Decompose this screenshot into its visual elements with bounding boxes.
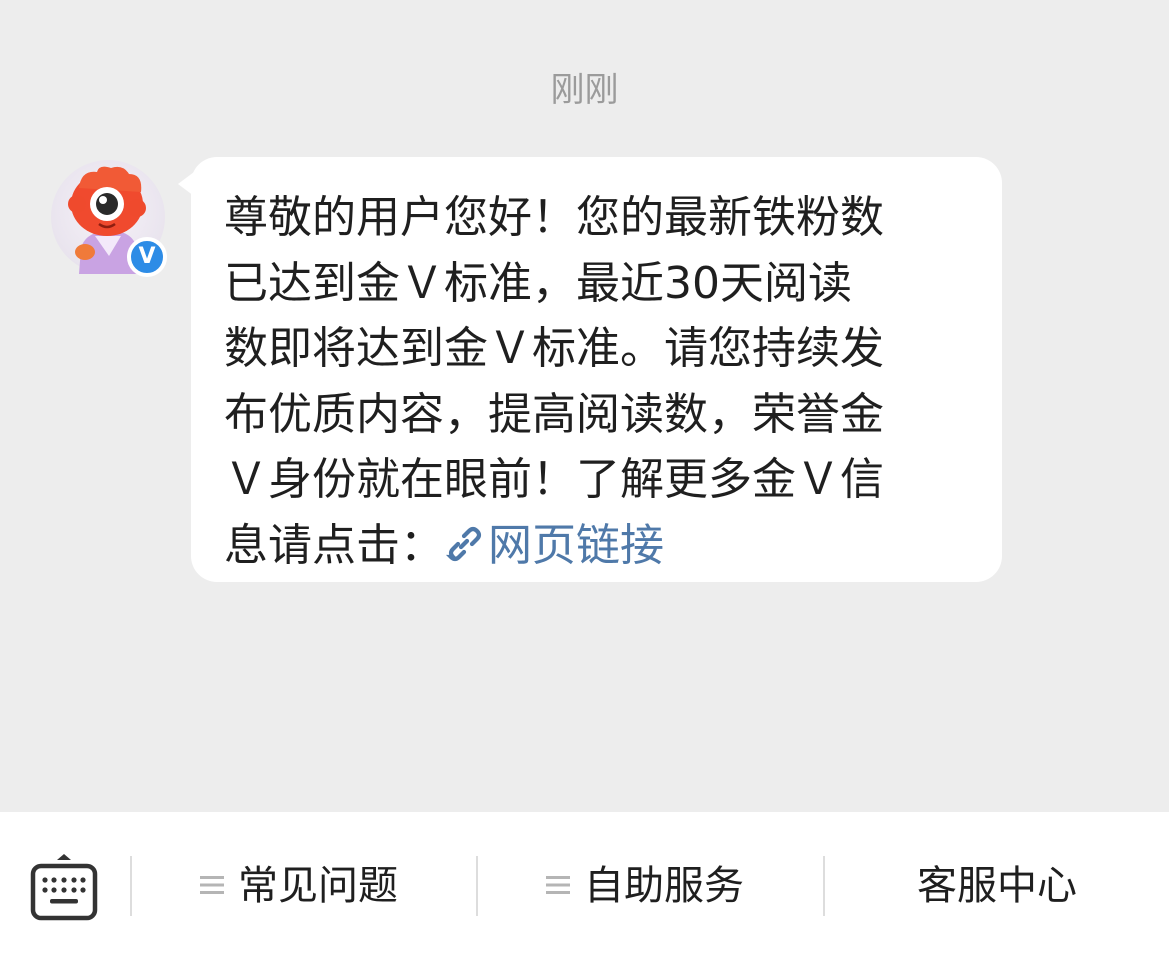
message-line: 数即将达到金Ｖ标准。请您持续发 bbox=[224, 323, 884, 374]
list-menu-icon bbox=[546, 876, 570, 894]
message-line-last: 息请点击： 网页链接 bbox=[224, 513, 972, 579]
verified-badge: V bbox=[127, 237, 167, 277]
message-line: 已达到金Ｖ标准，最近30天阅读 bbox=[224, 257, 852, 309]
menu-customer-service-label: 客服中心 bbox=[917, 863, 1077, 909]
chat-area: 刚刚 V 尊敬的用户您好！您的最新铁粉数 已达到金Ｖ标准，最近30天阅读 数即将… bbox=[0, 0, 1169, 812]
message-text: 尊敬的用户您好！您的最新铁粉数 已达到金Ｖ标准，最近30天阅读 数即将达到金Ｖ标… bbox=[224, 185, 972, 578]
message-line-prefix: 息请点击： bbox=[224, 519, 444, 571]
message-bubble: 尊敬的用户您好！您的最新铁粉数 已达到金Ｖ标准，最近30天阅读 数即将达到金Ｖ标… bbox=[191, 157, 1002, 582]
list-menu-icon bbox=[200, 876, 224, 894]
message-line: Ｖ身份就在眼前！了解更多金Ｖ信 bbox=[224, 454, 884, 505]
web-link[interactable]: 网页链接 bbox=[444, 520, 664, 571]
menu-self-service-label: 自助服务 bbox=[584, 863, 744, 909]
keyboard-icon bbox=[30, 854, 98, 921]
menu-self-service[interactable]: 自助服务 bbox=[546, 860, 744, 912]
menu-divider bbox=[476, 856, 478, 916]
menu-faq-label: 常见问题 bbox=[238, 863, 398, 909]
message-line: 布优质内容，提高阅读数，荣誉金 bbox=[224, 388, 884, 440]
link-icon bbox=[445, 526, 482, 561]
menu-divider bbox=[130, 856, 132, 916]
menu-customer-service[interactable]: 客服中心 bbox=[917, 860, 1077, 912]
bottom-menu-bar: 常见问题 自助服务 客服中心 bbox=[0, 812, 1169, 957]
message-timestamp: 刚刚 bbox=[550, 70, 619, 110]
keyboard-toggle-button[interactable] bbox=[28, 852, 100, 924]
message-line: 尊敬的用户您好！您的最新铁粉数 bbox=[224, 192, 884, 243]
menu-divider bbox=[823, 856, 825, 916]
web-link-label: 网页链接 bbox=[488, 519, 664, 571]
menu-faq[interactable]: 常见问题 bbox=[200, 860, 398, 912]
